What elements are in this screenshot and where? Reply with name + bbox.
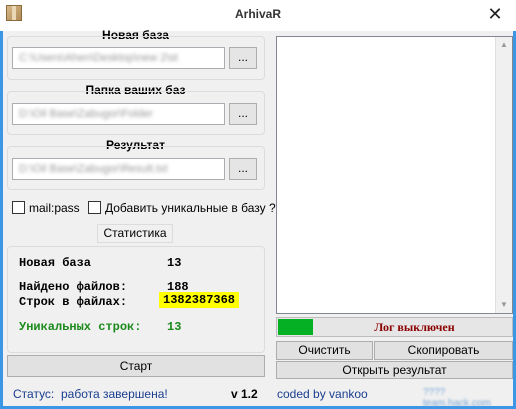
add-unique-checkbox[interactable] — [88, 201, 101, 214]
folder-path-text: D:\Oil Base\Zabugor\Folder — [19, 108, 153, 120]
log-progress-bar: Лог выключен — [276, 317, 513, 337]
mailpass-label: mail:pass — [29, 201, 80, 215]
scroll-down-icon[interactable]: ▼ — [496, 297, 512, 313]
log-scrollbar[interactable]: ▲ ▼ — [495, 37, 512, 313]
status-value: работа завершена! — [61, 387, 168, 401]
credit-label: coded by vankoo — [277, 387, 368, 401]
close-icon[interactable]: ✕ — [482, 3, 508, 25]
result-path-text: D:\Oil Base\Zabugor\Result.txt — [19, 163, 168, 175]
title-bar[interactable]: ArhivaR ✕ — [0, 0, 516, 31]
status-label: Статус: — [13, 387, 55, 401]
lines-value: 1382387368 — [159, 292, 240, 308]
watermark-text: ????team.hack.com — [423, 387, 491, 409]
new-base-path-text: C:\Users\Ahen\Desktop\new 2\st — [19, 52, 178, 64]
client-area: Новая база C:\Users\Ahen\Desktop\new 2\s… — [3, 28, 513, 409]
unique-value: 13 — [167, 320, 182, 334]
new-base-stat-value: 13 — [167, 256, 182, 270]
progress-fill — [278, 319, 313, 335]
log-textarea[interactable]: ▲ ▼ — [276, 36, 513, 314]
scroll-up-icon[interactable]: ▲ — [496, 37, 512, 53]
app-window: ArhivaR ✕ Новая база C:\Users\Ahen\Deskt… — [0, 0, 516, 409]
result-path-input[interactable]: D:\Oil Base\Zabugor\Result.txt — [12, 158, 225, 180]
log-status-label[interactable]: Лог выключен — [317, 318, 512, 336]
folder-browse-button[interactable]: ... — [229, 103, 257, 125]
lines-label: Строк в файлах: — [19, 295, 128, 309]
add-unique-label: Добавить уникальные в базу ? — [105, 201, 276, 215]
result-browse-button[interactable]: ... — [229, 158, 257, 180]
copy-button[interactable]: Скопировать — [374, 341, 513, 360]
unique-label: Уникальных строк: — [19, 320, 142, 334]
version-label: v 1.2 — [231, 387, 258, 401]
window-title: ArhivaR — [234, 7, 281, 21]
folder-path-input[interactable]: D:\Oil Base\Zabugor\Folder — [12, 103, 225, 125]
open-result-button[interactable]: Открыть результат — [276, 361, 513, 379]
stats-title: Статистика — [97, 224, 173, 243]
new-base-stat-label: Новая база — [19, 256, 92, 270]
new-base-browse-button[interactable]: ... — [229, 47, 257, 69]
files-found-label: Найдено файлов: — [19, 280, 128, 294]
status-bar: Статус: работа завершена! v 1.2 coded by… — [3, 381, 513, 409]
new-base-path-input[interactable]: C:\Users\Ahen\Desktop\new 2\st — [12, 47, 225, 69]
clear-button[interactable]: Очистить — [276, 341, 373, 360]
mailpass-checkbox[interactable] — [12, 201, 25, 214]
start-button[interactable]: Старт — [7, 355, 265, 377]
